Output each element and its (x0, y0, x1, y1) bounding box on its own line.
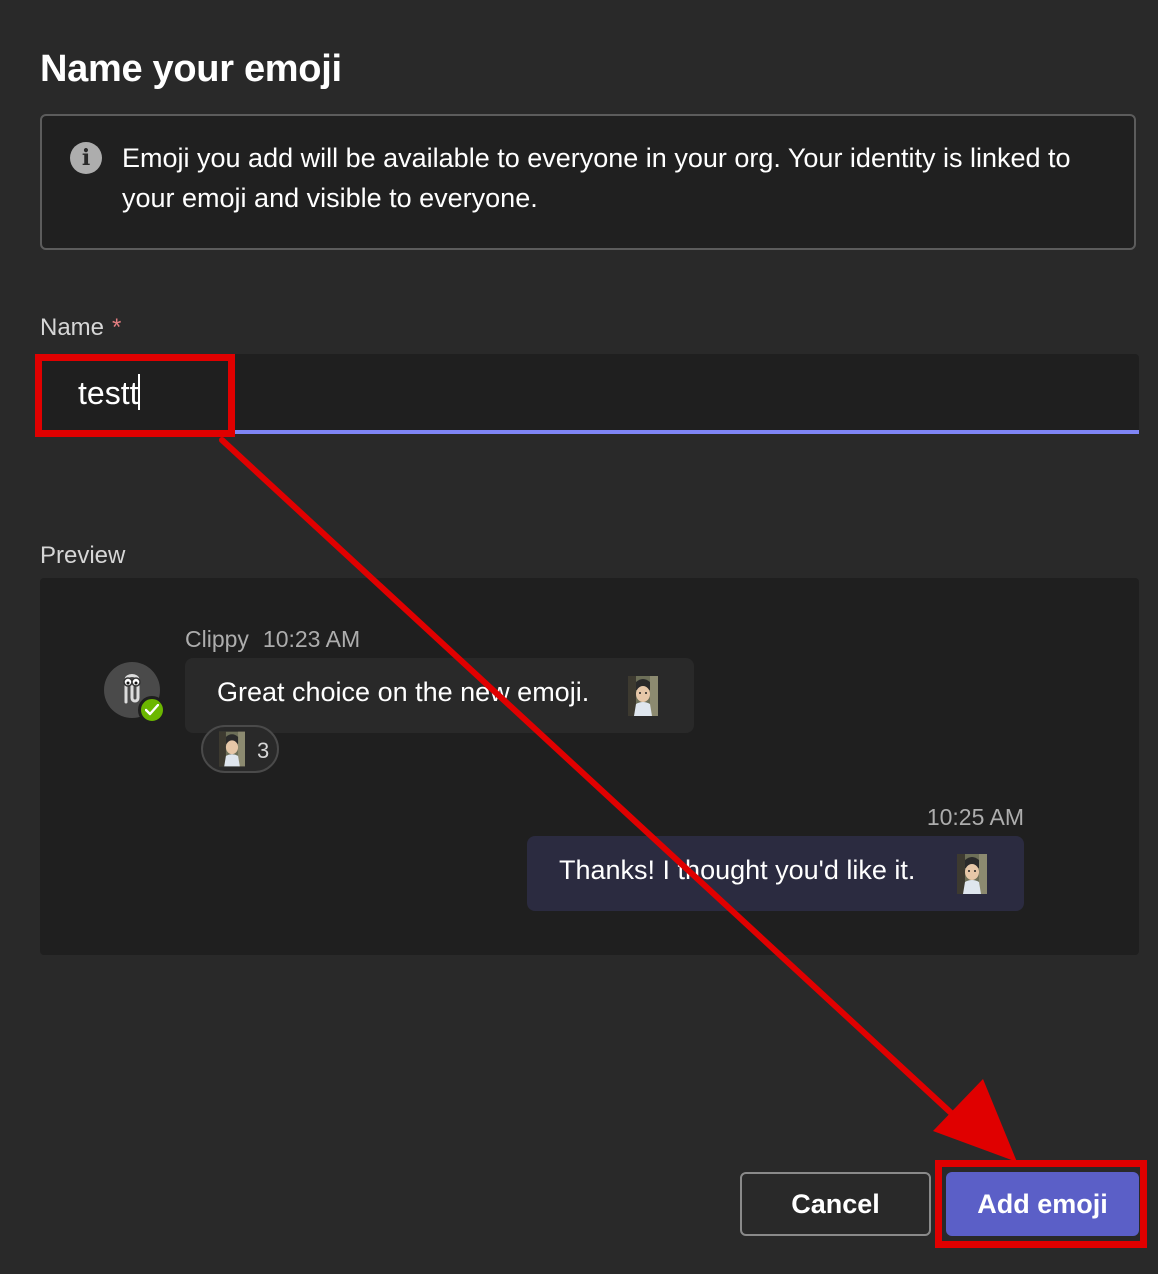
annotation-arrow-icon (219, 437, 1017, 1162)
